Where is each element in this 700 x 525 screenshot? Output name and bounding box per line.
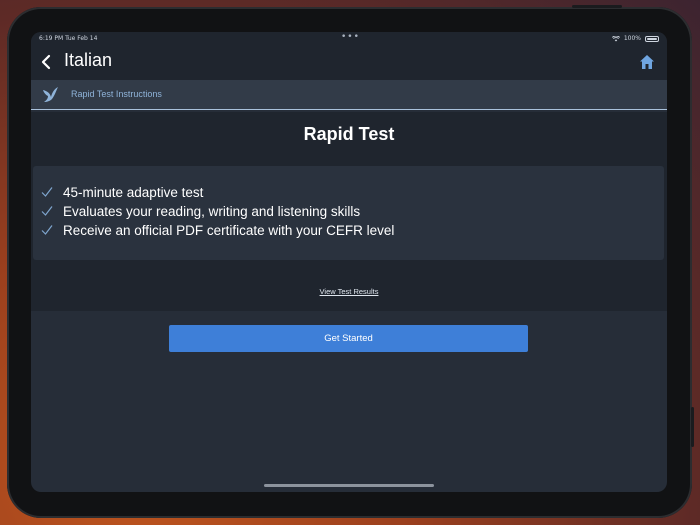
feature-item: Evaluates your reading, writing and list… bbox=[41, 202, 360, 220]
volume-button bbox=[691, 407, 694, 447]
battery-percent: 100% bbox=[623, 35, 641, 42]
navigation-bar: Italian bbox=[31, 44, 667, 80]
feature-text: Evaluates your reading, writing and list… bbox=[63, 203, 361, 219]
feature-item: Receive an official PDF certificate with… bbox=[41, 221, 394, 239]
status-time-date: 6:19 PM Tue Feb 14 bbox=[39, 35, 98, 42]
view-test-results-link[interactable]: View Test Results bbox=[31, 287, 667, 296]
card-title: Rapid Test bbox=[303, 124, 395, 144]
battery-icon bbox=[645, 35, 659, 42]
home-icon[interactable] bbox=[638, 53, 656, 71]
get-started-button[interactable]: Get Started bbox=[169, 325, 528, 352]
feature-text: Receive an official PDF certificate with… bbox=[63, 222, 395, 238]
app-screen: 6:19 PM Tue Feb 14 ••• 100% Italian Rapi… bbox=[31, 32, 667, 492]
check-icon bbox=[41, 225, 53, 235]
page-title: Italian bbox=[64, 50, 113, 70]
check-icon bbox=[41, 187, 53, 197]
bird-icon bbox=[43, 87, 58, 102]
status-right: 100% bbox=[611, 35, 659, 42]
rapid-test-instructions-link[interactable]: Rapid Test Instructions bbox=[71, 89, 162, 99]
chevron-left-icon[interactable] bbox=[37, 52, 55, 72]
feature-list: 45-minute adaptive test Evaluates your r… bbox=[33, 166, 664, 260]
wifi-icon bbox=[611, 35, 620, 41]
feature-text: 45-minute adaptive test bbox=[63, 184, 204, 200]
feature-item: 45-minute adaptive test bbox=[41, 183, 203, 201]
check-icon bbox=[41, 206, 53, 216]
section-header: Rapid Test Instructions bbox=[31, 80, 667, 110]
status-bar: 6:19 PM Tue Feb 14 ••• 100% bbox=[31, 32, 667, 44]
rapid-test-card: Rapid Test 45-minute adaptive test Evalu… bbox=[31, 112, 667, 311]
multitasking-dots-icon[interactable]: ••• bbox=[341, 32, 360, 42]
home-indicator[interactable] bbox=[264, 484, 434, 487]
top-button bbox=[572, 5, 622, 8]
